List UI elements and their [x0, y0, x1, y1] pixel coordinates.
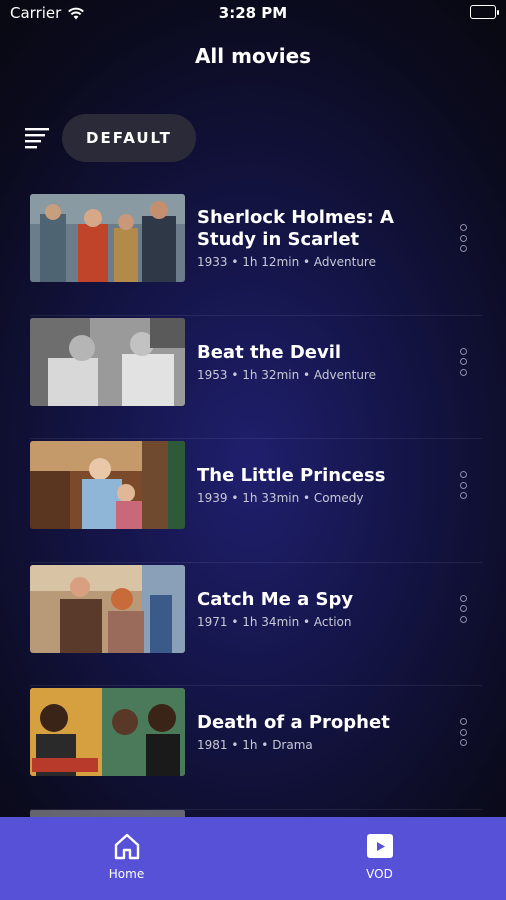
more-options-icon[interactable] [456, 471, 470, 499]
tab-vod[interactable]: VOD [253, 817, 506, 900]
movie-meta: 1953 • 1h 32min • Adventure [197, 367, 376, 382]
movie-title: Death of a Prophet [197, 712, 390, 733]
movie-row[interactable]: Death of a Prophet 1981 • 1h • Drama [30, 686, 482, 810]
movie-row[interactable]: Catch Me a Spy 1971 • 1h 34min • Action [30, 563, 482, 686]
battery-icon [470, 5, 499, 19]
movie-info: The Little Princess 1939 • 1h 33min • Co… [197, 439, 437, 531]
tab-home-label: Home [108, 867, 145, 881]
movie-info: Death of a Prophet 1981 • 1h • Drama [197, 686, 437, 778]
movie-title: Catch Me a Spy [197, 588, 354, 610]
sort-lines-icon[interactable] [24, 125, 50, 151]
more-options-icon[interactable] [456, 347, 470, 376]
movie-title: The Little Princess [197, 465, 386, 486]
movie-info: Catch Me a Spy 1971 • 1h 34min • Action [197, 563, 437, 655]
movie-row[interactable]: The Little Princess 1939 • 1h 33min • Co… [30, 439, 482, 563]
more-options-icon[interactable] [456, 594, 470, 623]
tab-vod-label: VOD [366, 867, 393, 881]
movie-thumbnail[interactable] [30, 441, 185, 529]
sort-button[interactable]: DEFAULT [62, 114, 196, 162]
movie-thumbnail[interactable] [30, 564, 185, 653]
movie-meta: 1981 • 1h • Drama [197, 738, 313, 752]
movie-meta: 1971 • 1h 34min • Action [197, 614, 352, 629]
status-time: 3:28 PM [218, 4, 288, 22]
movie-meta: 1939 • 1h 33min • Comedy [197, 491, 364, 505]
page-title: All movies [194, 44, 312, 68]
movie-title: Sherlock Holmes: A Study in Scarlet [197, 207, 394, 250]
tab-home[interactable]: Home [0, 817, 253, 900]
home-icon [114, 833, 139, 860]
more-options-icon[interactable] [456, 224, 470, 252]
movie-row[interactable]: Sherlock Holmes: A Study in Scarlet 1933… [30, 192, 482, 316]
movie-title: Beat the Devil [197, 341, 342, 363]
movie-meta: 1933 • 1h 12min • Adventure [197, 255, 376, 269]
status-bar: Carrier 3:28 PM [0, 0, 506, 28]
movie-info: Beat the Devil 1953 • 1h 32min • Adventu… [197, 316, 437, 408]
movie-thumbnail[interactable] [30, 194, 185, 282]
movie-thumbnail[interactable] [30, 688, 185, 776]
movie-thumbnail[interactable] [30, 317, 185, 406]
vod-icon [366, 834, 393, 858]
movie-info: Sherlock Holmes: A Study in Scarlet 1933… [197, 192, 437, 284]
tab-bar: Home VOD [0, 817, 506, 900]
sort-button-label: DEFAULT [86, 129, 172, 147]
filter-row: DEFAULT [24, 114, 196, 162]
status-right [470, 5, 499, 19]
more-options-icon[interactable] [456, 718, 470, 746]
movie-list: Sherlock Holmes: A Study in Scarlet 1933… [30, 192, 482, 810]
movie-row[interactable]: Beat the Devil 1953 • 1h 32min • Adventu… [30, 316, 482, 439]
